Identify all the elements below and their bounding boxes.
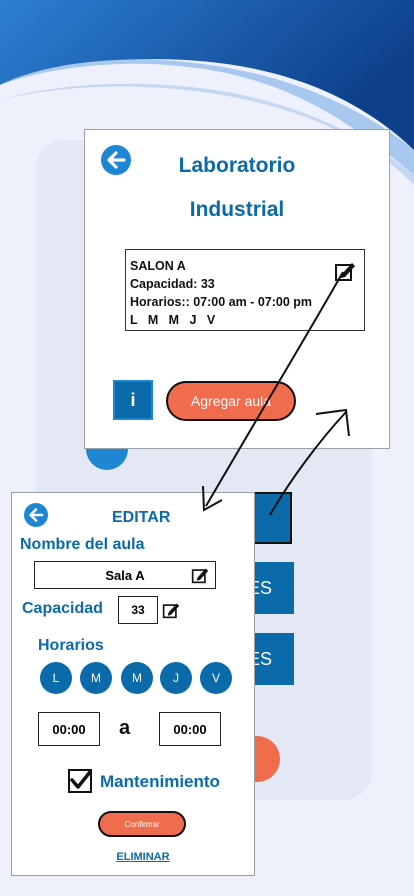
day-button-m2[interactable]: M <box>121 662 153 694</box>
edit-title: EDITAR <box>112 509 171 526</box>
day-button-m1[interactable]: M <box>80 662 112 694</box>
capacity-label: Capacidad <box>22 600 103 617</box>
name-label: Nombre del aula <box>20 536 145 553</box>
maintenance-checkbox[interactable] <box>68 769 92 793</box>
edit-room-icon[interactable] <box>334 260 356 282</box>
time-from-field[interactable]: 00:00 <box>38 712 100 746</box>
edit-capacity-icon[interactable] <box>162 601 180 619</box>
edit-panel: EDITAR Nombre del aula Sala A Capacidad … <box>11 492 255 876</box>
card-title-line1: Laboratorio <box>178 154 296 177</box>
classroom-name-field[interactable]: Sala A <box>34 561 216 589</box>
room-name: SALON A <box>130 259 186 273</box>
edit-name-icon[interactable] <box>191 566 209 584</box>
day-button-v[interactable]: V <box>200 662 232 694</box>
day-button-j[interactable]: J <box>160 662 192 694</box>
day-button-l[interactable]: L <box>40 662 72 694</box>
info-button[interactable]: i <box>113 380 153 420</box>
classroom-card: Laboratorio Industrial SALON A Capacidad… <box>84 129 390 449</box>
schedule-label: Horarios <box>38 637 104 654</box>
delete-link[interactable]: ELIMINAR <box>108 851 178 863</box>
room-days: L M M J V <box>130 313 216 327</box>
edit-back-button[interactable] <box>24 503 48 527</box>
room-schedule: Horarios:: 07:00 am - 07:00 pm <box>130 295 313 309</box>
classroom-name-value: Sala A <box>105 567 145 583</box>
maintenance-label: Mantenimiento <box>100 772 220 791</box>
check-icon <box>70 770 92 789</box>
add-classroom-button[interactable]: Agregar aula <box>166 381 296 421</box>
room-capacity: Capacidad: 33 <box>130 277 215 291</box>
capacity-field[interactable]: 33 <box>118 596 158 624</box>
time-separator: a <box>119 717 131 739</box>
confirm-button[interactable]: Confirmar <box>98 811 186 837</box>
time-to-field[interactable]: 00:00 <box>159 712 221 746</box>
room-info-box: SALON A Capacidad: 33 Horarios:: 07:00 a… <box>125 249 365 331</box>
card-title-line2: Industrial <box>189 198 285 221</box>
arrow-left-icon <box>29 508 44 522</box>
